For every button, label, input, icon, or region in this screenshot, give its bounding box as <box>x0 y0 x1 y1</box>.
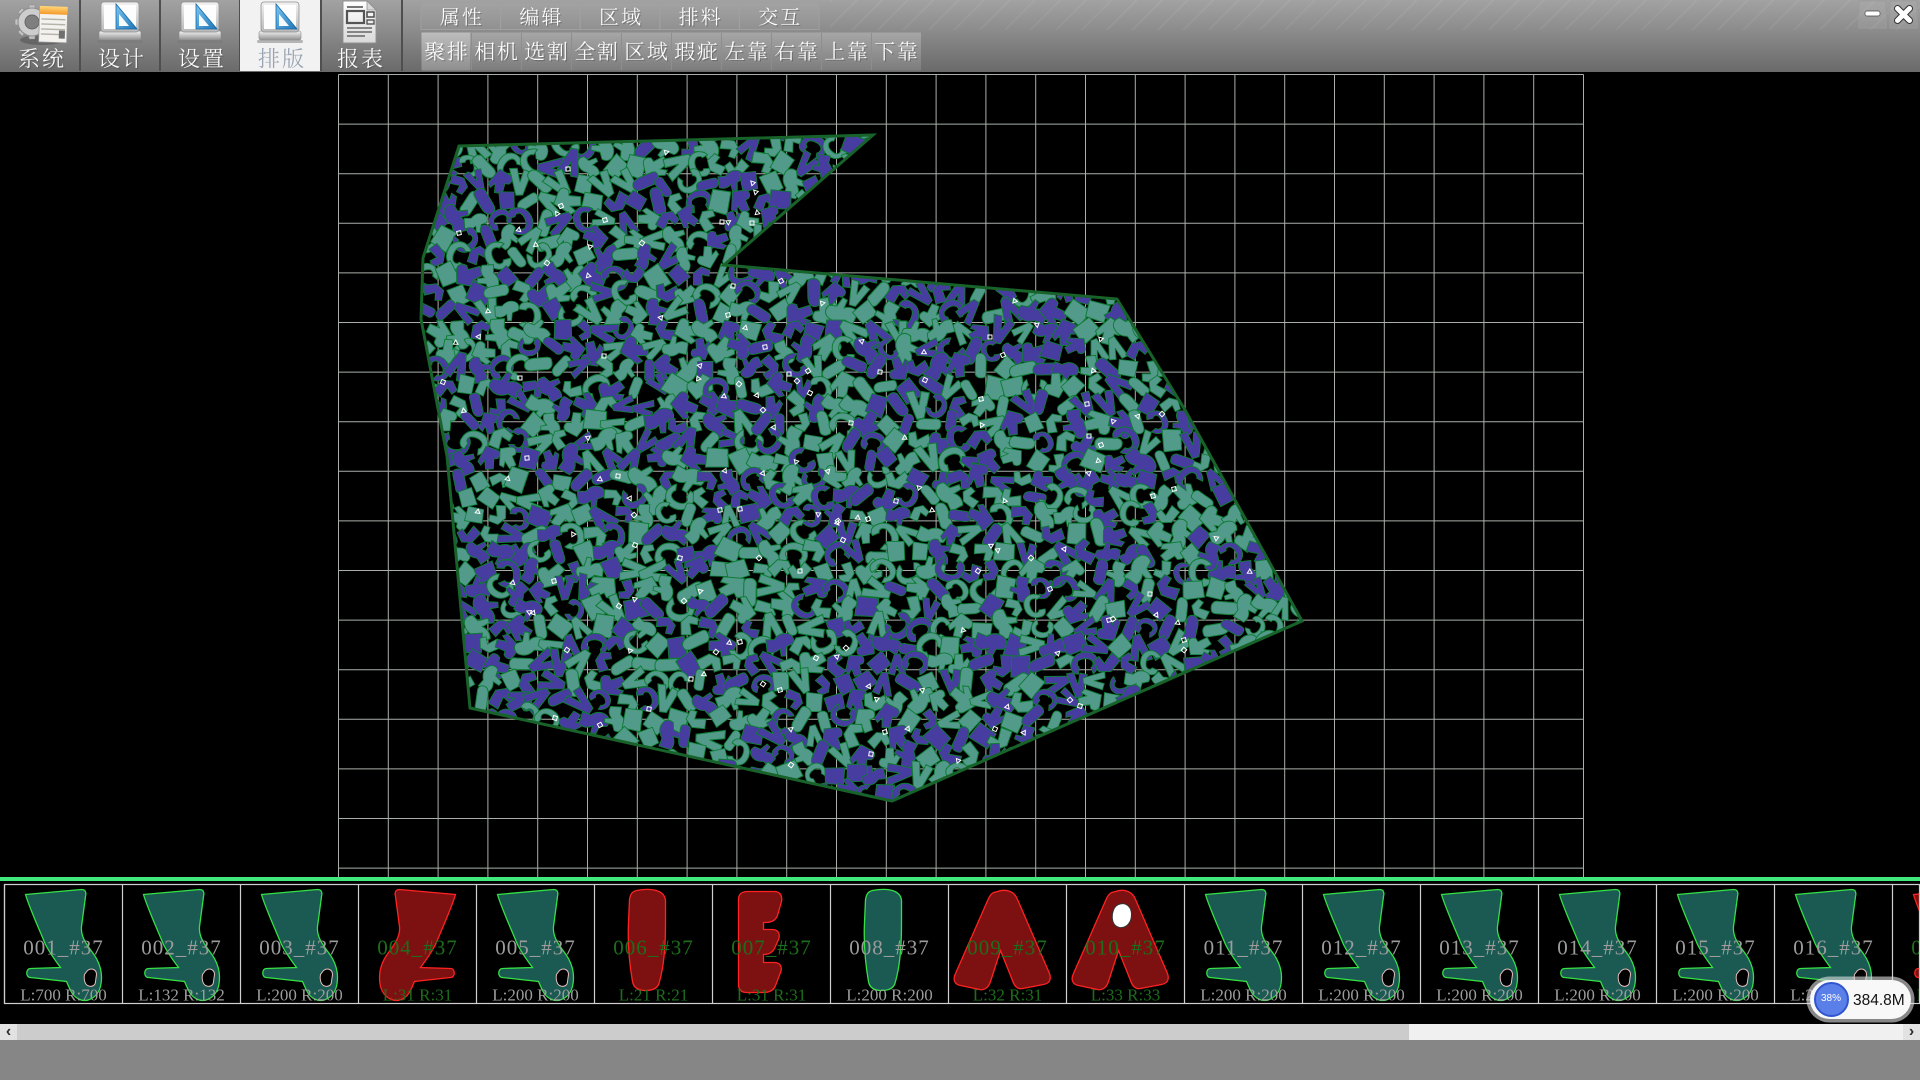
svg-text:007_#37: 007_#37 <box>731 936 812 960</box>
svg-text:008_#37: 008_#37 <box>849 936 930 960</box>
svg-text:L:132 R:132: L:132 R:132 <box>138 986 224 1005</box>
svg-text:L:200 R:200: L:200 R:200 <box>492 986 578 1005</box>
svg-text:017_#37: 017_#37 <box>1911 936 1920 960</box>
svg-text:L:31 R:31: L:31 R:31 <box>737 986 806 1005</box>
svg-text:L:200 R:200: L:200 R:200 <box>1554 986 1640 1005</box>
svg-text:013_#37: 013_#37 <box>1439 936 1520 960</box>
svg-text:005_#37: 005_#37 <box>495 936 576 960</box>
svg-text:009_#37: 009_#37 <box>967 936 1048 960</box>
svg-text:003_#37: 003_#37 <box>259 936 340 960</box>
svg-text:L:200 R:200: L:200 R:200 <box>256 986 342 1005</box>
svg-text:006_#37: 006_#37 <box>613 936 694 960</box>
svg-text:L:200 R:200: L:200 R:200 <box>1318 986 1404 1005</box>
svg-text:011_#37: 011_#37 <box>1204 936 1284 960</box>
svg-text:001_#37: 001_#37 <box>23 936 104 960</box>
svg-text:002_#37: 002_#37 <box>141 936 222 960</box>
svg-text:L:200 R:200: L:200 R:200 <box>1200 986 1286 1005</box>
svg-text:014_#37: 014_#37 <box>1557 936 1638 960</box>
svg-text:L:31 R:31: L:31 R:31 <box>383 986 452 1005</box>
svg-text:L:21 R:21: L:21 R:21 <box>619 986 688 1005</box>
svg-text:L:32 R:31: L:32 R:31 <box>973 986 1042 1005</box>
svg-text:016_#37: 016_#37 <box>1793 936 1874 960</box>
svg-text:L:200 R:200: L:200 R:200 <box>1436 986 1522 1005</box>
svg-text:L:700 R:700: L:700 R:700 <box>20 986 106 1005</box>
svg-text:012_#37: 012_#37 <box>1321 936 1402 960</box>
svg-text:010_#37: 010_#37 <box>1085 936 1166 960</box>
svg-text:004_#37: 004_#37 <box>377 936 458 960</box>
svg-text:L:200 R:200: L:200 R:200 <box>1672 986 1758 1005</box>
svg-text:L:33 R:33: L:33 R:33 <box>1091 986 1160 1005</box>
svg-text:015_#37: 015_#37 <box>1675 936 1756 960</box>
svg-text:L:200 R:200: L:200 R:200 <box>846 986 932 1005</box>
